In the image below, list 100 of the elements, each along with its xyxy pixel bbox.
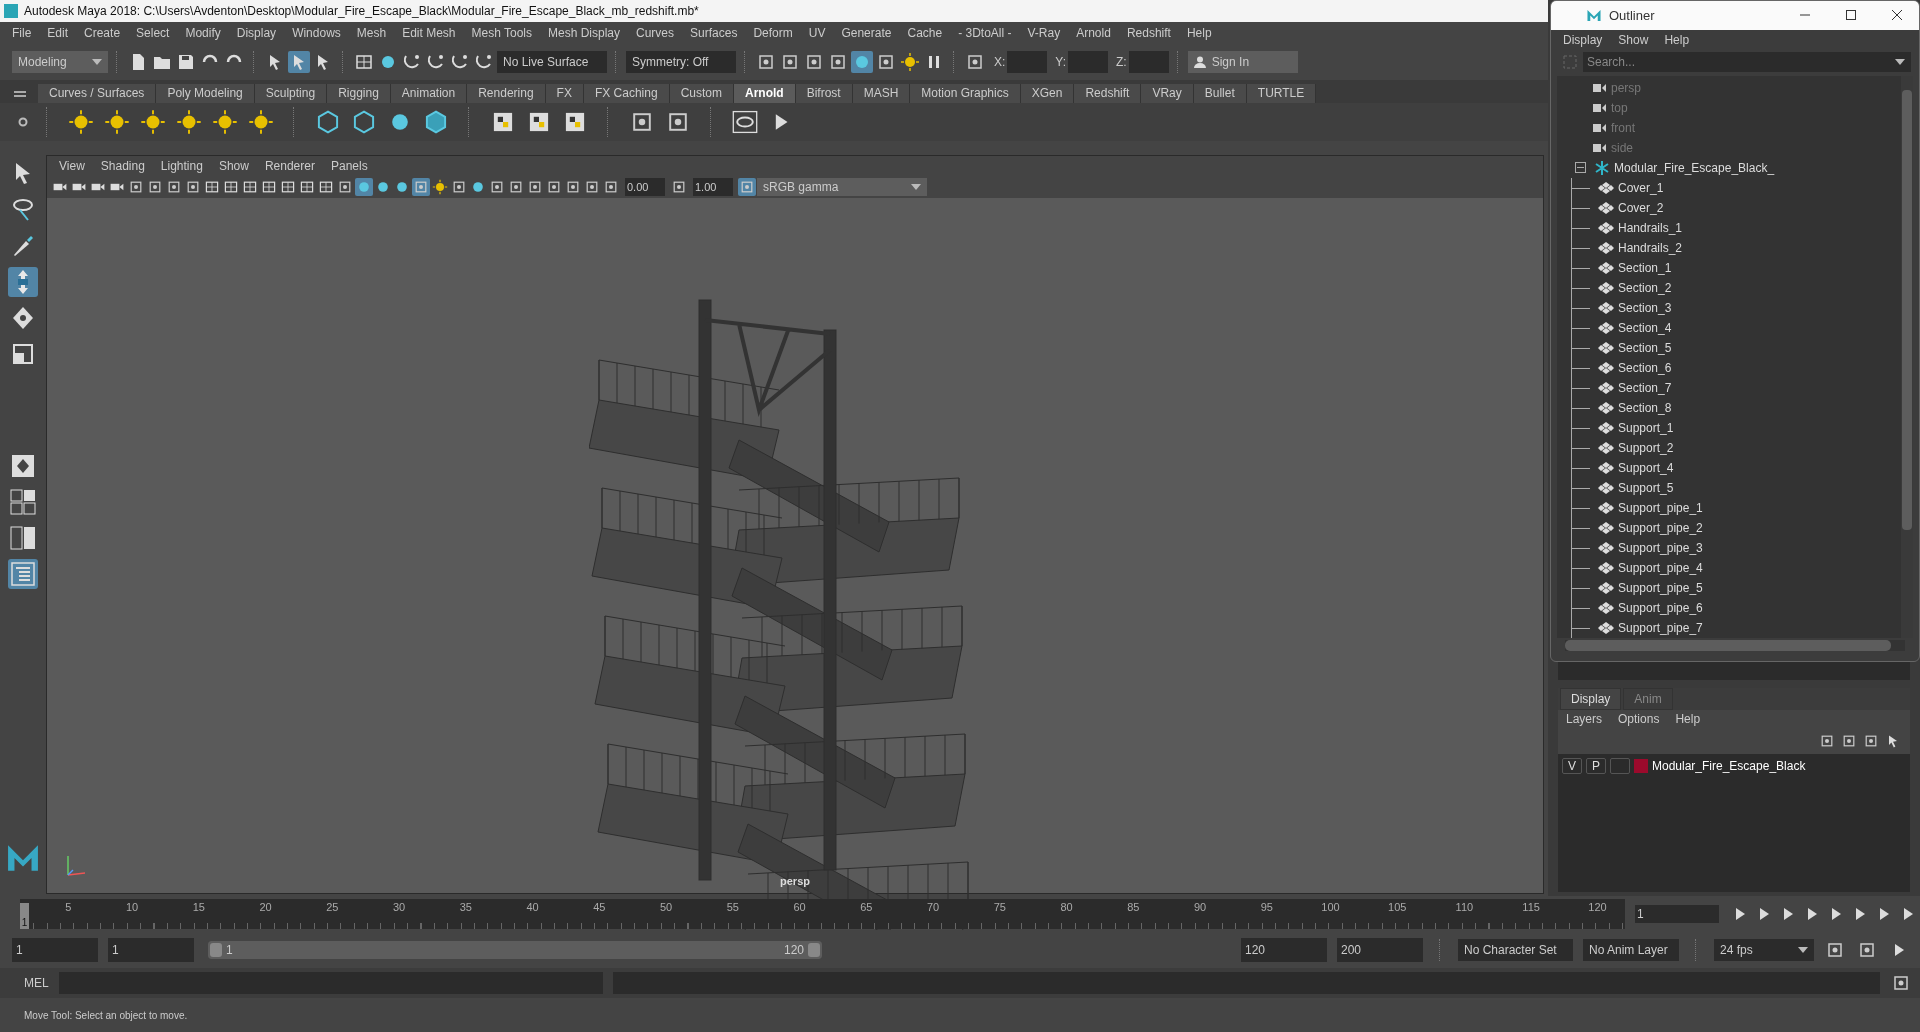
- outliner-item[interactable]: Cover_1: [1557, 177, 1901, 198]
- menu-item[interactable]: Deform: [745, 26, 801, 40]
- viewport-menu-item[interactable]: Lighting: [152, 159, 211, 173]
- outliner-item[interactable]: Support_2: [1557, 437, 1901, 458]
- outliner-item[interactable]: Support_pipe_6: [1557, 597, 1901, 618]
- shelf-tab[interactable]: Motion Graphics: [910, 84, 1021, 103]
- playback-toggle[interactable]: P: [1586, 758, 1606, 774]
- end-time-field[interactable]: 200: [1337, 938, 1423, 962]
- shelf-tab[interactable]: FX: [545, 84, 584, 103]
- current-frame-marker[interactable]: 1: [20, 903, 29, 929]
- shelf-tab[interactable]: Rigging: [327, 84, 391, 103]
- outliner-item[interactable]: Support_pipe_3: [1557, 537, 1901, 558]
- close-icon[interactable]: [1891, 9, 1903, 22]
- layer-name[interactable]: Modular_Fire_Escape_Black: [1652, 759, 1806, 773]
- time-slider[interactable]: 1 5 10 15 20 25 30 35 40 45 50 55 60 65 70 75 80 85 90 95 100 105 110 115 120: [20, 899, 1625, 929]
- move-tool-icon[interactable]: [8, 267, 38, 297]
- menu-item[interactable]: Help: [1178, 26, 1220, 40]
- outliner-item[interactable]: Handrails_2: [1557, 237, 1901, 258]
- four-view-layout-icon[interactable]: [8, 487, 38, 517]
- reference-toggle[interactable]: [1610, 758, 1630, 774]
- x-field[interactable]: [1007, 51, 1048, 73]
- outliner-item[interactable]: Support_pipe_4: [1557, 557, 1901, 578]
- outliner-item[interactable]: Support_pipe_2: [1557, 517, 1901, 538]
- menu-item[interactable]: Generate: [833, 26, 900, 40]
- sign-in-button[interactable]: Sign In: [1187, 51, 1298, 73]
- shelf-tab[interactable]: Bullet: [1193, 84, 1247, 103]
- side-by-side-layout-icon[interactable]: [8, 523, 38, 553]
- outliner-item[interactable]: Section_3: [1557, 297, 1901, 318]
- menu-item[interactable]: Edit Mesh: [394, 26, 464, 40]
- layer-color-swatch[interactable]: [1634, 759, 1648, 773]
- gamma-field[interactable]: 1.00: [693, 178, 733, 196]
- shelf-tab[interactable]: VRay: [1141, 84, 1194, 103]
- menu-item[interactable]: Mesh Tools: [463, 26, 540, 40]
- viewport-menu-item[interactable]: View: [51, 159, 93, 173]
- outliner-item[interactable]: Section_6: [1557, 357, 1901, 378]
- viewport-menu-item[interactable]: Show: [210, 159, 257, 173]
- shelf-tab[interactable]: FX Caching: [583, 84, 670, 103]
- shelf-tab[interactable]: Redshift: [1074, 84, 1142, 103]
- viewport-menu-item[interactable]: Panels: [322, 159, 376, 173]
- menu-item[interactable]: File: [4, 26, 40, 40]
- sun-light-icon[interactable]: [67, 108, 95, 136]
- menu-item[interactable]: Cache: [899, 26, 951, 40]
- color-space-dropdown[interactable]: sRGB gamma: [757, 178, 927, 196]
- y-field[interactable]: [1068, 51, 1109, 73]
- playback-end-field[interactable]: 120: [1241, 938, 1327, 962]
- character-set-dropdown[interactable]: No Character Set: [1458, 939, 1573, 961]
- select-object-icon[interactable]: [288, 51, 310, 73]
- outliner-item[interactable]: Support_pipe_7: [1557, 617, 1901, 638]
- menu-item[interactable]: Display: [228, 26, 285, 40]
- menu-item[interactable]: Redshift: [1118, 26, 1179, 40]
- menu-item[interactable]: V-Ray: [1019, 26, 1069, 40]
- menu-item[interactable]: UV: [800, 26, 834, 40]
- outliner-menu-item[interactable]: Help: [1656, 33, 1698, 48]
- viewport-menu-item[interactable]: Shading: [92, 159, 153, 173]
- shelf-menu-icon[interactable]: [14, 91, 26, 97]
- outliner-item[interactable]: Section_1: [1557, 257, 1901, 278]
- range-handle[interactable]: [808, 943, 820, 957]
- shelf-tab[interactable]: Arnold: [733, 84, 796, 103]
- anim-layer-dropdown[interactable]: No Anim Layer: [1583, 939, 1679, 961]
- menu-item[interactable]: Curves: [628, 26, 683, 40]
- scrollbar[interactable]: [1565, 639, 1905, 651]
- outliner-menu-item[interactable]: Display: [1555, 33, 1611, 48]
- shelf-tab[interactable]: Curves / Surfaces: [38, 84, 157, 103]
- viewport-menu-item[interactable]: Renderer: [256, 159, 323, 173]
- outliner-menu-item[interactable]: Show: [1610, 33, 1657, 48]
- shelf-tab[interactable]: Poly Modeling: [156, 84, 255, 103]
- shelf-tab[interactable]: MASH: [852, 84, 911, 103]
- outliner-item[interactable]: Support_pipe_1: [1557, 497, 1901, 518]
- playback-start-field[interactable]: 1: [108, 938, 194, 962]
- menu-item[interactable]: Arnold: [1068, 26, 1119, 40]
- outliner-item[interactable]: Support_pipe_5: [1557, 577, 1901, 598]
- light-editor-icon[interactable]: [899, 51, 921, 73]
- lights-icon[interactable]: [431, 178, 449, 196]
- shelf-tab[interactable]: TURTLE: [1246, 84, 1317, 103]
- symmetry-dropdown[interactable]: Symmetry: Off: [626, 51, 736, 73]
- layer-menu-item[interactable]: Layers: [1558, 712, 1611, 726]
- outliner-item[interactable]: Handrails_1: [1557, 217, 1901, 238]
- outliner-item[interactable]: Section_8: [1557, 397, 1901, 418]
- shelf-tab[interactable]: Rendering: [467, 84, 546, 103]
- shelf-tab[interactable]: Sculpting: [254, 84, 328, 103]
- exposure-field[interactable]: 0.00: [625, 178, 665, 196]
- visibility-toggle[interactable]: V: [1562, 758, 1582, 774]
- shelf-tab[interactable]: Custom: [669, 84, 734, 103]
- menu-item[interactable]: Mesh: [348, 26, 395, 40]
- range-slider[interactable]: 1 120: [208, 941, 822, 959]
- start-time-field[interactable]: 1: [12, 938, 98, 962]
- outliner-item[interactable]: Section_2: [1557, 277, 1901, 298]
- outliner-item[interactable]: Support_1: [1557, 417, 1901, 438]
- shelf-tab[interactable]: XGen: [1020, 84, 1075, 103]
- outliner-item[interactable]: Cover_2: [1557, 197, 1901, 218]
- outliner-item[interactable]: Support_4: [1557, 457, 1901, 478]
- mode-dropdown[interactable]: Modeling: [12, 51, 108, 73]
- menu-item[interactable]: Modify: [177, 26, 229, 40]
- layer-editor-tab[interactable]: Display: [1560, 688, 1622, 710]
- settings-icon[interactable]: [18, 117, 28, 127]
- point-light-icon[interactable]: [103, 108, 131, 136]
- maximize-icon[interactable]: [1845, 9, 1857, 22]
- menu-item[interactable]: Windows: [284, 26, 349, 40]
- shelf-tab[interactable]: Bifrost: [795, 84, 853, 103]
- outliner-item[interactable]: Section_5: [1557, 337, 1901, 358]
